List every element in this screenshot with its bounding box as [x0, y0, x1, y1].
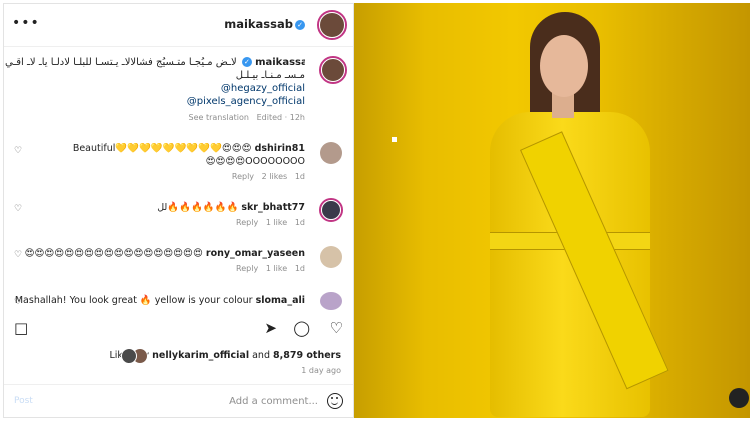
- liker-avatar: [121, 348, 137, 364]
- commenter-avatar[interactable]: [320, 292, 342, 310]
- bookmark-icon[interactable]: □: [14, 319, 28, 337]
- post-timestamp: 1 day ago: [301, 366, 341, 375]
- edited-time: Edited · 12h: [256, 113, 305, 122]
- caption-username[interactable]: maikassab: [255, 57, 305, 68]
- caption-text-2: مـسـ مـنـاـ بيـلـل: [235, 70, 305, 81]
- mention-link[interactable]: @pixels_agency_official: [5, 95, 305, 108]
- post-actions-bar: □ ➤ ◯ ♡: [4, 314, 353, 342]
- emoji-icon[interactable]: [327, 393, 343, 409]
- comment-item: Mashallah! You look great 🔥 yellow is yo…: [14, 295, 305, 306]
- caption-text: لاـض مـيُجـا متـسيُج فشالالاـ يـتسـا للب…: [5, 57, 237, 68]
- comment-username[interactable]: dshirin81: [255, 143, 305, 154]
- caption-avatar[interactable]: [319, 56, 347, 84]
- comment-item: Beautiful💛💛💛💛💛💛💛💛💛😍😍😍 dshirin81 😍😍😍😍OOOO…: [72, 143, 305, 181]
- comment-item: لل🔥🔥🔥🔥🔥🔥 skr_bhatt77 Reply 1 like 1d: [157, 202, 305, 227]
- verified-icon: ✓: [295, 20, 305, 30]
- see-translation-link[interactable]: See translation: [189, 113, 249, 122]
- commenter-avatar[interactable]: [320, 142, 342, 164]
- likes-count-link[interactable]: 8,879 others: [273, 350, 341, 361]
- carousel-next-icon[interactable]: [729, 388, 749, 408]
- heart-icon[interactable]: ♡: [330, 319, 343, 337]
- add-comment-bar: Post Add a comment...: [4, 384, 353, 418]
- comment-username[interactable]: skr_bhatt77: [241, 202, 305, 213]
- photo-subject-face: [540, 35, 588, 97]
- comment-item: 😍😍😍😍😍😍😍😍😍😍😍😍😍😍😍😍😍😍 rony_omar_yaseen Repl…: [24, 248, 305, 273]
- author-avatar[interactable]: [317, 10, 347, 40]
- reply-button[interactable]: Reply: [236, 218, 258, 227]
- liked-by-user-link[interactable]: nellykarim_official: [152, 350, 249, 361]
- share-icon[interactable]: ➤: [264, 319, 277, 337]
- reply-button[interactable]: Reply: [236, 264, 258, 273]
- post-side-panel: ••• maikassab ✓ لاـض مـيُجـا متـسيُج فشال…: [3, 3, 354, 418]
- instagram-post-modal: ••• maikassab ✓ لاـض مـيُجـا متـسيُج فشال…: [0, 0, 750, 425]
- comment-likes[interactable]: 1 like: [266, 264, 287, 273]
- comment-likes[interactable]: 1 like: [266, 218, 287, 227]
- more-icon[interactable]: •••: [12, 15, 40, 31]
- post-caption: لاـض مـيُجـا متـسيُج فشالالاـ يـتسـا للب…: [5, 56, 305, 124]
- add-comment-input[interactable]: Add a comment...: [229, 396, 318, 407]
- comment-likes[interactable]: 2 likes: [262, 172, 288, 181]
- comment-username[interactable]: rony_omar_yaseen: [206, 248, 305, 259]
- post-comment-button[interactable]: Post: [14, 396, 33, 406]
- commenter-avatar[interactable]: [319, 198, 343, 222]
- header-username[interactable]: maikassab ✓: [224, 17, 305, 31]
- comment-icon[interactable]: ◯: [293, 319, 310, 337]
- mention-link[interactable]: @hegazy_official: [5, 82, 305, 95]
- reply-button[interactable]: Reply: [232, 172, 254, 181]
- photo-cursor-dot: [392, 137, 397, 142]
- comment-username[interactable]: sloma_ali: [256, 295, 305, 306]
- commenter-avatar[interactable]: [320, 246, 342, 268]
- post-header: ••• maikassab ✓: [4, 4, 353, 47]
